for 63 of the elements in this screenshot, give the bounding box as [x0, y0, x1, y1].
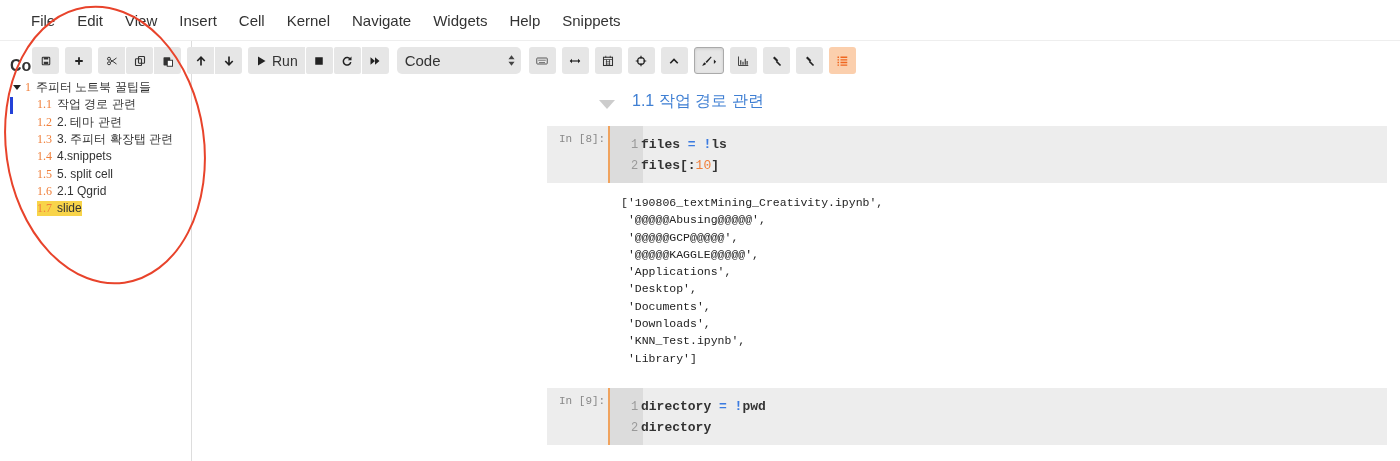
toolbar-button[interactable] [215, 47, 242, 74]
list-icon [836, 54, 849, 67]
save-icon [39, 54, 52, 67]
toolbar-button[interactable] [594, 47, 622, 74]
toolbar-button[interactable] [361, 47, 389, 74]
menu-item[interactable]: Help [498, 11, 552, 29]
menu-item[interactable]: Insert [168, 11, 228, 29]
toolbar-button[interactable] [627, 47, 655, 74]
menu-item[interactable]: Snippets [551, 11, 632, 29]
bar-chart-icon [737, 54, 750, 67]
toc-link[interactable]: 1.5 5. split cell [37, 166, 114, 182]
menu-item[interactable]: Navigate [341, 11, 423, 29]
stop-icon [313, 54, 326, 67]
plus-icon [72, 54, 85, 67]
menu-item[interactable]: Widgets [422, 11, 499, 29]
code-line: directory = !pwd [641, 399, 766, 414]
code-line: files[:10] [641, 158, 720, 173]
menu-item[interactable]: File [20, 11, 67, 29]
toc-link[interactable]: 1.1 작업 경로 관련 [37, 96, 136, 114]
toolbar-button[interactable] [187, 47, 214, 74]
code-cell[interactable]: In [9]: 1 directory = !pwd 2 directory [547, 388, 1387, 445]
toolbar-button[interactable] [154, 47, 181, 74]
toolbar-button[interactable] [729, 47, 757, 74]
calendar-icon [602, 54, 615, 67]
dropdown-arrows-icon [507, 54, 515, 67]
play-icon [255, 54, 267, 67]
crosshair-icon [635, 54, 648, 67]
paste-icon [161, 54, 174, 67]
toolbar-button[interactable] [126, 47, 153, 74]
menu-item[interactable]: Edit [66, 11, 115, 29]
toolbar-button[interactable] [305, 47, 333, 74]
toc-link[interactable]: 1.4 4.snippets [37, 149, 112, 165]
run-button[interactable]: Run [248, 47, 305, 74]
keyboard-icon [536, 54, 549, 67]
cell-output: ['190806_textMining_Creativity.ipynb', '@@@@@Abusing@@@@@', '@@@@@GCP@@@@@', '@@@@@KAGGLE@@@@@', 'Applications', 'Desktop', 'Documents', 'Downloads', 'KNN_Test.ipynb', 'Library'] [620, 195, 885, 367]
line-gutter [610, 388, 643, 445]
copy-icon [133, 54, 146, 67]
toc-link[interactable]: 1.2 2. 테마 관련 [37, 113, 122, 131]
code-line: directory [641, 420, 712, 435]
toc-link[interactable]: 1.7 slide [37, 201, 82, 217]
menu-item[interactable]: Cell [227, 11, 276, 29]
brush-icon [700, 54, 717, 67]
arrow-up-icon [194, 54, 207, 67]
restart-icon [341, 54, 354, 67]
section-heading: 1.1 작업 경로 관련 [632, 90, 764, 111]
cell-type-dropdown[interactable]: Code [396, 47, 521, 74]
toc-link[interactable]: 1 주피터 노트북 꿀팁들 [25, 79, 151, 97]
code-line: files = !ls [641, 137, 727, 152]
line-number: 2 [631, 158, 640, 173]
line-number: 2 [631, 420, 640, 435]
line-gutter [610, 126, 643, 183]
code-cell[interactable]: In [8]: 1 files = !ls 2 files[:10] [547, 126, 1387, 183]
toc-link[interactable]: 1.6 2.1 Qgrid [37, 183, 107, 199]
line-number: 1 [631, 137, 640, 152]
scissors-icon [105, 54, 118, 67]
caret-icon[interactable] [13, 85, 21, 91]
toolbar-button[interactable] [32, 47, 59, 74]
line-number: 1 [631, 399, 640, 414]
menu-item[interactable]: Kernel [275, 11, 341, 29]
arrow-down-icon [222, 54, 235, 67]
toolbar-button[interactable] [65, 47, 92, 74]
toc-link[interactable]: 1.3 3. 주피터 확장탭 관련 [37, 131, 173, 149]
toolbar-button[interactable] [333, 47, 361, 74]
